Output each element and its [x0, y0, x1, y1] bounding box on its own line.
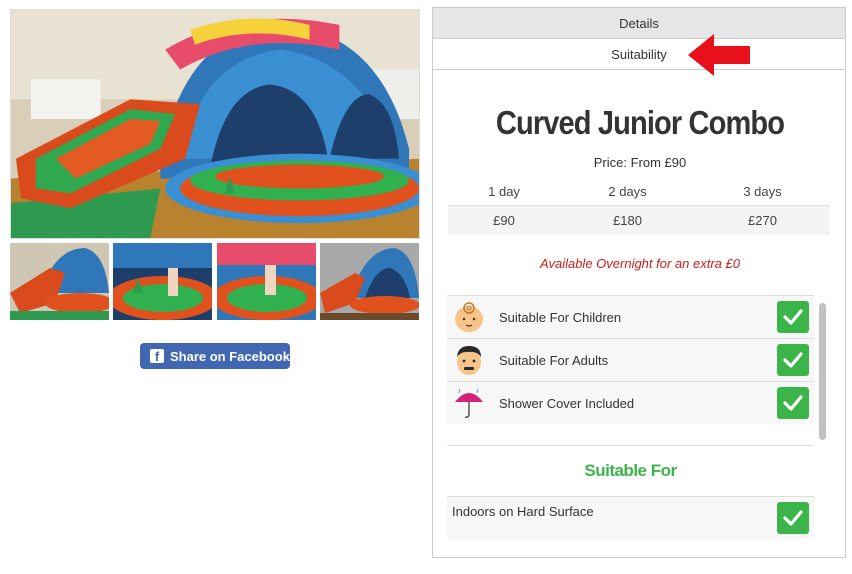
- red-arrow-icon: [688, 34, 750, 76]
- adult-face-icon: [452, 343, 486, 377]
- price-header-2: 2 days: [560, 178, 696, 206]
- tab-suitability-label: Suitability: [611, 46, 667, 62]
- feature-label: Shower Cover Included: [499, 395, 635, 411]
- suitability-list[interactable]: Suitable For Children Suitable For Adult…: [447, 295, 814, 545]
- feature-row-shower-cover: Shower Cover Included: [447, 381, 814, 424]
- facebook-icon: f: [150, 349, 164, 364]
- overnight-notice: Available Overnight for an extra £0: [540, 256, 740, 271]
- feature-row-children: Suitable For Children: [447, 295, 814, 338]
- check-icon: [777, 387, 809, 419]
- tab-details-label: Details: [619, 15, 659, 31]
- suitable-for-heading: Suitable For: [584, 461, 677, 480]
- umbrella-icon: [452, 386, 486, 420]
- tab-details[interactable]: Details: [433, 8, 845, 39]
- price-from: Price: From £90: [593, 155, 687, 170]
- tab-suitability[interactable]: Suitability: [433, 39, 845, 70]
- section-divider: [447, 424, 814, 446]
- feature-label: Suitable For Adults: [499, 352, 609, 368]
- thumbnail-3[interactable]: [217, 243, 316, 320]
- price-table: 1 day 2 days 3 days £90 £180 £270: [448, 178, 830, 235]
- thumbnail-1[interactable]: [10, 243, 109, 320]
- check-icon: [777, 344, 809, 376]
- main-product-photo[interactable]: [10, 9, 420, 239]
- price-value-1: £90: [448, 205, 561, 235]
- share-facebook-button[interactable]: f Share on Facebook: [140, 343, 290, 369]
- scrollbar-thumb[interactable]: [819, 303, 826, 440]
- suitable-for-row: Indoors on Hard Surface: [447, 496, 814, 539]
- photo-thumbnails: [10, 243, 420, 321]
- list-scrollbar[interactable]: [817, 295, 827, 545]
- price-value-2: £180: [560, 205, 696, 235]
- feature-label: Suitable For Children: [499, 309, 622, 325]
- price-value-3: £270: [695, 205, 830, 235]
- check-icon: [777, 502, 809, 534]
- price-header-1: 1 day: [448, 178, 561, 206]
- thumbnail-2[interactable]: [113, 243, 212, 320]
- product-title: Curved Junior Combo: [495, 104, 785, 141]
- price-header-3: 3 days: [695, 178, 830, 206]
- share-facebook-label: Share on Facebook: [170, 348, 290, 364]
- check-icon: [777, 301, 809, 333]
- thumbnail-4[interactable]: [320, 243, 419, 320]
- feature-row-adults: Suitable For Adults: [447, 338, 814, 381]
- baby-icon: [452, 300, 486, 334]
- suitable-for-label: Indoors on Hard Surface: [452, 504, 594, 519]
